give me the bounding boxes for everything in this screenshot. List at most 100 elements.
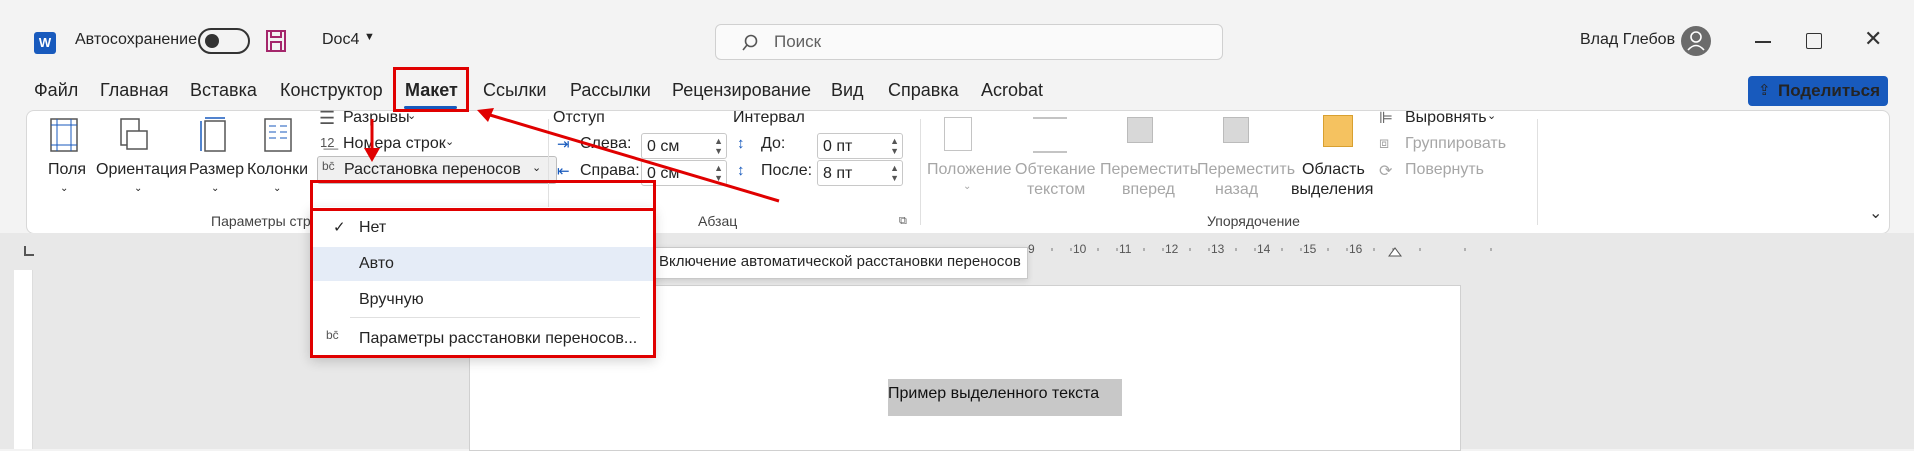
indent-right-icon: ⇤ — [557, 163, 570, 180]
close-icon[interactable]: ✕ — [1864, 26, 1882, 52]
spacing-label: Интервал — [733, 109, 805, 126]
send-backward-button-line1[interactable]: Переместить — [1197, 161, 1295, 179]
chevron-down-icon[interactable]: ▼ — [364, 31, 375, 43]
columns-icon — [264, 118, 292, 152]
tab-design[interactable]: Конструктор — [280, 80, 383, 101]
chevron-down-icon: ⌄ — [963, 181, 972, 192]
share-icon: ⇪ — [1758, 82, 1771, 99]
bring-forward-button-line1[interactable]: Переместить — [1100, 161, 1198, 179]
paragraph-group-label: Абзац — [698, 213, 738, 229]
indent-left-label: Слева: — [580, 135, 632, 152]
wrap-text-button-line1[interactable]: Обтекание — [1015, 161, 1096, 179]
ruler-number: 10 — [1073, 242, 1087, 256]
page-setup-group-label: Параметры стра — [211, 213, 319, 229]
size-button[interactable]: Размер — [189, 161, 244, 179]
maximize-icon[interactable] — [1806, 33, 1822, 49]
ruler-number: 13 — [1211, 242, 1225, 256]
group-icon: ⧈ — [1379, 135, 1390, 152]
user-name[interactable]: Влад Глебов — [1580, 31, 1675, 49]
line-numbers-button[interactable]: Номера строк — [343, 135, 446, 153]
bring-forward-button-line2: вперед — [1122, 181, 1175, 198]
position-icon — [944, 117, 972, 151]
indent-left-icon: ⇥ — [557, 136, 570, 153]
chevron-down-icon: ⌄ — [60, 183, 69, 194]
hyphenation-label: Расстановка переносов — [344, 161, 521, 178]
indent-left-input[interactable]: 0 см ▲ ▼ — [641, 133, 727, 159]
ruler-ticks — [994, 248, 1492, 251]
tab-references[interactable]: Ссылки — [483, 80, 546, 101]
ruler-number: 16 — [1349, 242, 1363, 256]
group-button[interactable]: Группировать — [1405, 135, 1506, 153]
search-placeholder: Поиск — [774, 32, 822, 51]
spinner-arrows[interactable]: ▲ ▼ — [890, 163, 899, 183]
rotate-button[interactable]: Повернуть — [1405, 161, 1484, 179]
tab-acrobat[interactable]: Acrobat — [981, 80, 1043, 101]
autosave-toggle[interactable] — [198, 28, 250, 54]
align-button[interactable]: Выровнять — [1405, 109, 1487, 127]
margins-button[interactable]: Поля — [48, 161, 86, 179]
annotation-box-hyphenation-button — [310, 180, 656, 211]
line-numbers-icon: 1̲2̲ — [320, 135, 335, 150]
avatar[interactable] — [1681, 26, 1711, 56]
minimize-icon[interactable] — [1755, 41, 1771, 43]
tab-mailings[interactable]: Рассылки — [570, 80, 651, 101]
spacing-before-input[interactable]: 0 пт ▲ ▼ — [817, 133, 903, 159]
spacing-after-input[interactable]: 8 пт ▲ ▼ — [817, 160, 903, 186]
chevron-down-icon: ⌄ — [211, 183, 220, 194]
spinner-arrows[interactable]: ▲ ▼ — [714, 136, 723, 156]
right-indent-marker[interactable] — [1388, 247, 1402, 257]
search-box[interactable]: Поиск — [715, 24, 1223, 60]
collapse-ribbon-icon[interactable]: ⌄ — [1869, 203, 1882, 223]
wrap-text-icon — [1033, 117, 1067, 153]
separator — [1537, 119, 1538, 225]
send-backward-icon — [1223, 117, 1249, 143]
tab-home[interactable]: Главная — [100, 80, 169, 101]
ruler-number: 15 — [1303, 242, 1317, 256]
selected-text[interactable]: Пример выделенного текста — [888, 379, 1122, 416]
margins-icon — [50, 118, 78, 152]
selected-text-content: Пример выделенного текста — [888, 385, 1100, 402]
spacing-before-label: До: — [761, 135, 786, 152]
selection-pane-button-line2: выделения — [1291, 181, 1374, 198]
indent-label: Отступ — [553, 109, 605, 126]
word-logo-icon: W — [34, 32, 56, 54]
bring-forward-icon — [1127, 117, 1153, 143]
save-icon[interactable] — [266, 30, 286, 52]
spinner-arrows[interactable]: ▲ ▼ — [714, 163, 723, 183]
ruler-number: 14 — [1257, 242, 1271, 256]
orientation-icon — [120, 118, 148, 150]
position-button[interactable]: Положение — [927, 161, 1012, 179]
breaks-icon: ☰ — [319, 108, 336, 128]
selection-pane-icon — [1323, 115, 1353, 147]
share-button[interactable]: ⇪ Поделиться — [1748, 76, 1888, 106]
selection-pane-button-line1[interactable]: Область — [1302, 161, 1365, 179]
ruler-number: 11 — [1119, 242, 1132, 256]
orientation-button[interactable]: Ориентация — [96, 161, 187, 179]
hyphenation-icon: bc̄ — [322, 159, 335, 173]
columns-button[interactable]: Колонки — [247, 161, 308, 179]
spacing-before-value: 0 пт — [823, 138, 853, 155]
spinner-arrows[interactable]: ▲ ▼ — [890, 136, 899, 156]
annotation-box-dropdown — [310, 208, 656, 358]
tab-help[interactable]: Справка — [888, 80, 959, 101]
chevron-down-icon: ⌄ — [445, 136, 455, 148]
wrap-text-button-line2: текстом — [1027, 181, 1086, 198]
spacing-after-icon: ↕ — [737, 162, 745, 179]
ruler-number: 12 — [1165, 242, 1179, 256]
ruler-corner-icon[interactable] — [24, 246, 34, 256]
tab-insert[interactable]: Вставка — [190, 80, 257, 101]
tab-view[interactable]: Вид — [831, 80, 864, 101]
spacing-after-label: После: — [761, 162, 813, 179]
user-icon — [1687, 31, 1705, 51]
autosave-label: Автосохранение — [75, 31, 197, 48]
indent-left-value: 0 см — [647, 138, 680, 155]
ruler-number: 9 — [1028, 242, 1035, 256]
tab-file[interactable]: Файл — [34, 80, 78, 101]
annotation-box-layout-tab — [393, 67, 469, 112]
dialog-launcher-icon[interactable]: ⧉ — [899, 215, 907, 228]
tab-review[interactable]: Рецензирование — [672, 80, 811, 101]
share-label: Поделиться — [1778, 81, 1881, 100]
search-icon — [742, 34, 758, 51]
document-name[interactable]: Doc4 — [322, 31, 359, 49]
title-bar: W Автосохранение Doc4 ▼ Поиск Влад Глебо… — [0, 10, 1914, 72]
